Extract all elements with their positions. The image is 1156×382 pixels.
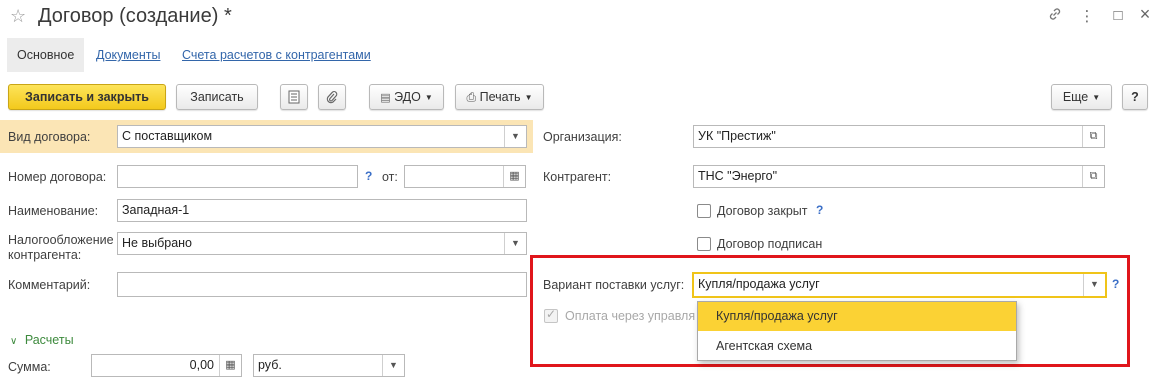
- settlements-section-label: Расчеты: [24, 333, 74, 347]
- favorite-star-icon[interactable]: ☆: [10, 6, 26, 27]
- checkmark-icon: ✓: [546, 307, 557, 321]
- name-input[interactable]: Западная-1: [117, 199, 527, 222]
- link-icon[interactable]: [1045, 7, 1065, 25]
- settlements-section-header[interactable]: ∨ Расчеты: [10, 333, 74, 347]
- calendar-icon[interactable]: ▦: [503, 166, 525, 187]
- taxation-value: Не выбрано: [122, 236, 192, 250]
- service-variant-value: Купля/продажа услуг: [698, 277, 820, 291]
- currency-select[interactable]: руб. ▼: [253, 354, 405, 377]
- attach-button[interactable]: [318, 84, 346, 110]
- counterparty-input[interactable]: ТНС "Энерго" ⧉: [693, 165, 1105, 188]
- tab-settlement-accounts[interactable]: Счета расчетов с контрагентами: [172, 38, 381, 72]
- save-button[interactable]: Записать: [176, 84, 258, 110]
- date-from-input[interactable]: . . ▦: [404, 165, 526, 204]
- contract-signed-checkbox[interactable]: [697, 237, 711, 251]
- report-button[interactable]: [280, 84, 308, 110]
- print-button[interactable]: ⎙ Печать ▼: [455, 84, 544, 110]
- taxation-select[interactable]: Не выбрано ▼: [117, 232, 527, 255]
- contract-type-label: Вид договора:: [8, 130, 91, 144]
- contract-number-input[interactable]: [117, 165, 358, 188]
- chevron-down-icon: ▼: [524, 92, 533, 102]
- window-title: Договор (создание) *: [38, 5, 232, 27]
- list-doc-icon: [288, 90, 300, 104]
- currency-value: руб.: [258, 358, 282, 372]
- contract-closed-checkbox[interactable]: [697, 204, 711, 218]
- contract-signed-label: Договор подписан: [717, 237, 823, 251]
- tab-main[interactable]: Основное: [7, 38, 85, 72]
- service-variant-label: Вариант поставки услуг:: [543, 278, 685, 292]
- open-link-icon[interactable]: ⧉: [1082, 166, 1104, 187]
- taxation-label: Налогообложение контрагента:: [8, 233, 114, 262]
- more-menu-icon[interactable]: ⋮: [1077, 7, 1097, 25]
- sum-input[interactable]: 0,00 ▦: [91, 354, 242, 377]
- more-label: Еще: [1062, 90, 1089, 104]
- chevron-down-icon[interactable]: ▼: [382, 355, 404, 376]
- chevron-down-icon[interactable]: ▼: [504, 233, 526, 254]
- dropdown-option-purchase[interactable]: Купля/продажа услуг: [698, 302, 1016, 331]
- organization-value: УК "Престиж": [698, 129, 776, 143]
- date-from-label: от:: [382, 170, 398, 184]
- contract-closed-label: Договор закрыт: [717, 204, 808, 218]
- organization-input[interactable]: УК "Престиж" ⧉: [693, 125, 1105, 148]
- open-link-icon[interactable]: ⧉: [1082, 126, 1104, 147]
- edo-button[interactable]: ▤ ЭДО ▼: [369, 84, 444, 110]
- organization-label: Организация:: [543, 130, 622, 144]
- chevron-down-icon: ▼: [1092, 92, 1101, 102]
- paperclip-icon: [326, 90, 338, 104]
- contract-type-select[interactable]: С поставщиком ▼: [117, 125, 527, 148]
- service-variant-help-icon[interactable]: ?: [1112, 277, 1119, 291]
- payment-via-checkbox[interactable]: ✓: [544, 307, 558, 323]
- edo-icon: ▤: [380, 92, 391, 104]
- comment-input[interactable]: [117, 272, 527, 297]
- chevron-down-icon[interactable]: ▼: [504, 126, 526, 147]
- contract-number-label: Номер договора:: [8, 170, 107, 184]
- name-label: Наименование:: [8, 204, 99, 218]
- sum-value: 0,00: [189, 358, 214, 372]
- maximize-icon[interactable]: □: [1108, 7, 1128, 24]
- service-variant-select[interactable]: Купля/продажа услуг ▼: [692, 272, 1107, 298]
- contract-number-help-icon[interactable]: ?: [365, 169, 372, 183]
- tab-documents[interactable]: Документы: [86, 38, 170, 72]
- more-button[interactable]: Еще ▼: [1051, 84, 1112, 110]
- chevron-down-icon: ▼: [424, 92, 433, 102]
- edo-label: ЭДО: [394, 90, 421, 104]
- contract-closed-help-icon[interactable]: ?: [816, 203, 823, 217]
- counterparty-value: ТНС "Энерго": [698, 169, 778, 183]
- sum-label: Сумма:: [8, 360, 51, 374]
- printer-icon: ⎙: [466, 90, 477, 104]
- chevron-down-icon: ∨: [10, 336, 18, 347]
- payment-via-label: Оплата через управля: [565, 309, 696, 323]
- help-button[interactable]: ?: [1122, 84, 1148, 110]
- service-variant-dropdown: Купля/продажа услуг Агентская схема: [697, 301, 1017, 361]
- print-label: Печать: [479, 90, 521, 104]
- chevron-down-icon[interactable]: ▼: [1083, 274, 1105, 296]
- calculator-icon[interactable]: ▦: [219, 355, 241, 376]
- save-and-close-button[interactable]: Записать и закрыть: [8, 84, 166, 110]
- close-icon[interactable]: ×: [1135, 4, 1155, 25]
- dropdown-option-agent[interactable]: Агентская схема: [698, 332, 1016, 361]
- comment-label: Комментарий:: [8, 278, 91, 292]
- counterparty-label: Контрагент:: [543, 170, 612, 184]
- contract-type-value: С поставщиком: [122, 129, 213, 143]
